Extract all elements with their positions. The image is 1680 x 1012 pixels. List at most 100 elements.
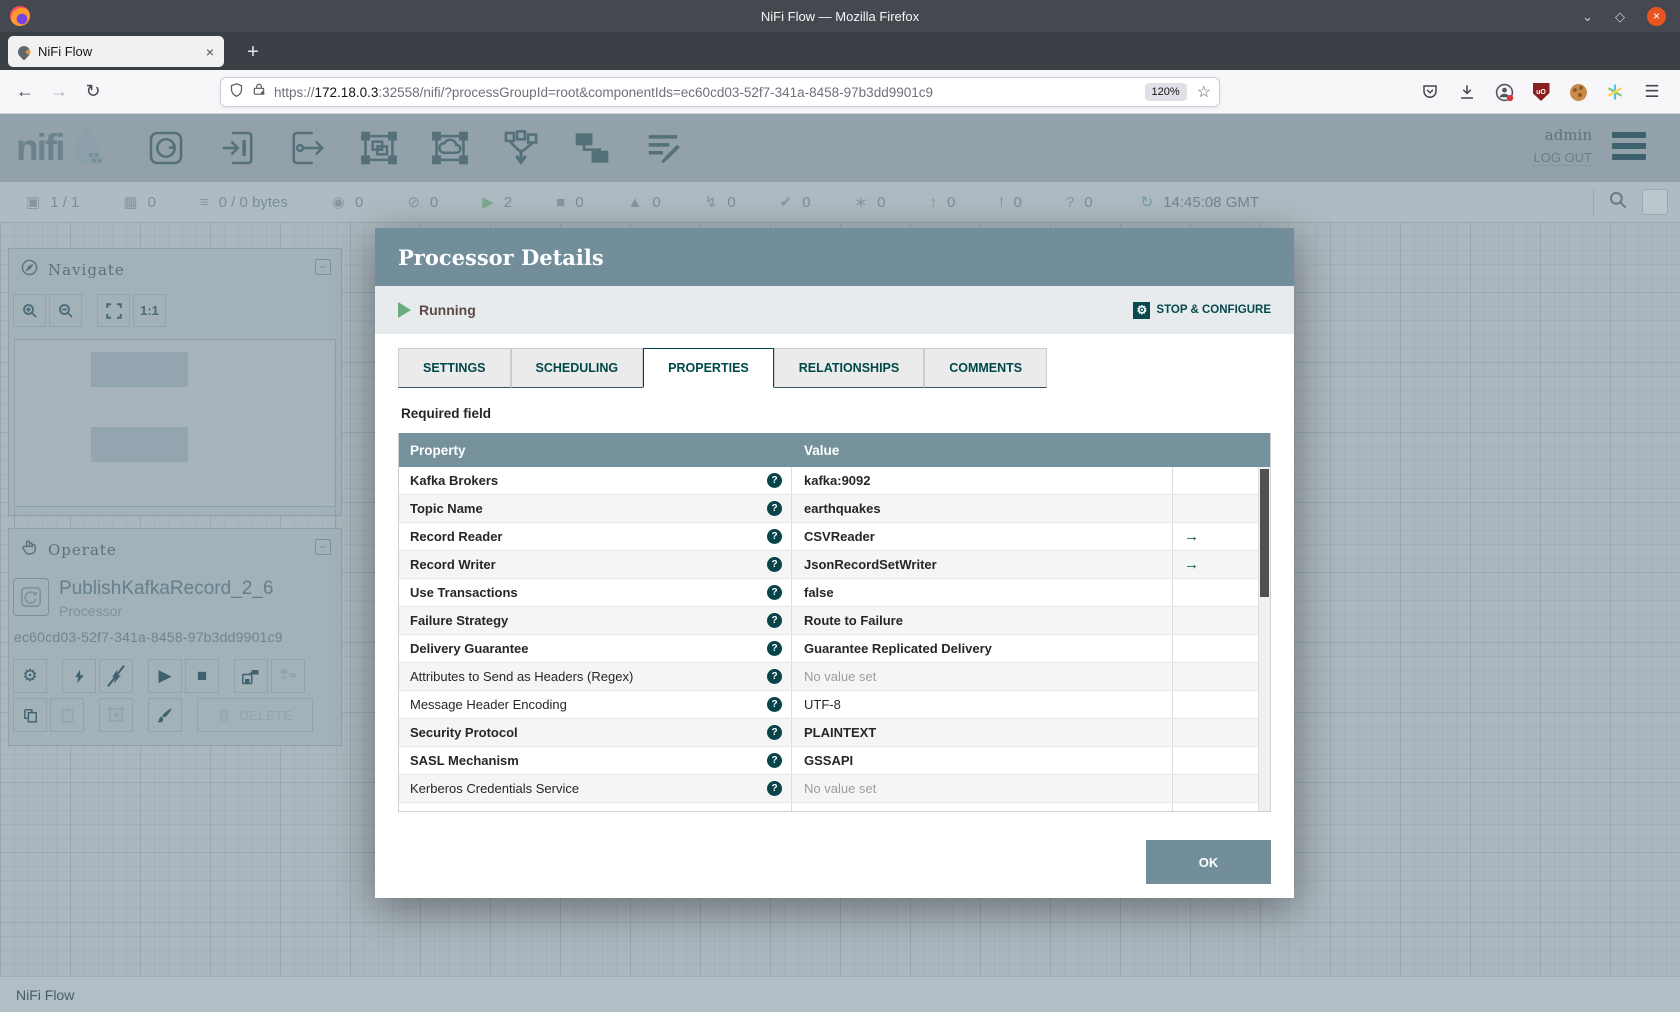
new-tab-button[interactable]: +: [240, 39, 266, 65]
window-maximize-icon[interactable]: ◇: [1615, 10, 1625, 23]
zoom-actual-button[interactable]: 1:1: [133, 294, 166, 327]
search-icon[interactable]: [1608, 190, 1628, 215]
stop-and-configure-button[interactable]: ⚙ STOP & CONFIGURE: [1133, 301, 1271, 319]
property-help-icon[interactable]: ?: [767, 697, 782, 712]
upload-template-button[interactable]: [271, 659, 305, 693]
disable-button[interactable]: [99, 659, 133, 693]
tab-relationships[interactable]: RELATIONSHIPS: [773, 348, 925, 388]
ok-button[interactable]: OK: [1146, 840, 1271, 884]
property-help-icon[interactable]: ?: [767, 753, 782, 768]
operate-collapse-button[interactable]: −: [315, 539, 331, 555]
page-zoom-badge[interactable]: 120%: [1144, 83, 1187, 101]
property-help-icon[interactable]: ?: [767, 613, 782, 628]
zoom-out-button[interactable]: [49, 294, 82, 327]
configure-button[interactable]: ⚙: [13, 659, 47, 693]
goto-service-arrow-icon[interactable]: →: [1184, 556, 1199, 573]
property-value[interactable]: GSSAPI: [792, 747, 1173, 774]
property-row[interactable]: Attributes to Send as Headers (Regex)? No…: [399, 663, 1270, 691]
property-value[interactable]: Route to Failure: [792, 607, 1173, 634]
property-value[interactable]: kafka:9092: [792, 467, 1173, 494]
property-value[interactable]: [792, 803, 1173, 811]
goto-service-arrow-icon[interactable]: →: [1184, 528, 1199, 545]
table-scrollbar-thumb[interactable]: [1260, 469, 1269, 597]
delete-button[interactable]: DELETE: [197, 698, 313, 732]
logout-link[interactable]: LOG OUT: [1533, 150, 1592, 166]
property-row[interactable]: Topic Name? earthquakes: [399, 495, 1270, 523]
table-scrollbar[interactable]: [1258, 467, 1270, 811]
zoom-in-button[interactable]: [13, 294, 46, 327]
property-row[interactable]: Failure Strategy? Route to Failure: [399, 607, 1270, 635]
refresh-status[interactable]: ↻ 14:45:08 GMT: [1141, 193, 1259, 212]
processor-toolbar-icon[interactable]: [147, 129, 185, 167]
property-help-icon[interactable]: ?: [767, 669, 782, 684]
lock-warning-icon[interactable]: [252, 82, 266, 102]
property-row[interactable]: Message Header Encoding? UTF-8: [399, 691, 1270, 719]
pocket-icon[interactable]: [1420, 82, 1440, 102]
download-icon[interactable]: [1457, 82, 1477, 102]
navigate-collapse-button[interactable]: −: [315, 259, 331, 275]
funnel-toolbar-icon[interactable]: [502, 129, 540, 167]
breadcrumb[interactable]: NiFi Flow: [16, 987, 74, 1003]
birdseye-minimap[interactable]: [14, 339, 336, 507]
property-row[interactable]: Record Reader? CSVReader →: [399, 523, 1270, 551]
property-value[interactable]: PLAINTEXT: [792, 719, 1173, 746]
remote-process-group-toolbar-icon[interactable]: [431, 129, 469, 167]
property-help-icon[interactable]: ?: [767, 781, 782, 796]
property-help-icon[interactable]: ?: [767, 501, 782, 516]
property-help-icon[interactable]: ?: [767, 585, 782, 600]
settings-panel-icon[interactable]: [1642, 189, 1668, 215]
forward-button[interactable]: →: [42, 81, 76, 102]
shield-icon[interactable]: [229, 82, 244, 103]
property-value[interactable]: earthquakes: [792, 495, 1173, 522]
tab-comments[interactable]: COMMENTS: [924, 348, 1048, 388]
property-row[interactable]: Kafka Brokers? kafka:9092: [399, 467, 1270, 495]
property-value[interactable]: CSVReader: [792, 523, 1173, 550]
property-row[interactable]: Delivery Guarantee? Guarantee Replicated …: [399, 635, 1270, 663]
group-button[interactable]: [99, 698, 133, 732]
bookmark-star-icon[interactable]: ☆: [1197, 82, 1211, 102]
zoom-fit-button[interactable]: [97, 294, 130, 327]
process-group-toolbar-icon[interactable]: [360, 129, 398, 167]
paste-button[interactable]: [50, 698, 84, 732]
extension-sparkle-icon[interactable]: [1605, 82, 1625, 102]
property-row[interactable]: Security Protocol? PLAINTEXT: [399, 719, 1270, 747]
ublock-icon[interactable]: uO: [1531, 82, 1551, 102]
tab-scheduling[interactable]: SCHEDULING: [510, 348, 644, 388]
menu-icon[interactable]: ☰: [1642, 82, 1662, 102]
global-menu-icon[interactable]: [1612, 132, 1646, 165]
property-value[interactable]: Guarantee Replicated Delivery: [792, 635, 1173, 662]
cookie-icon[interactable]: [1568, 82, 1588, 102]
color-brush-button[interactable]: [148, 698, 182, 732]
property-help-icon[interactable]: ?: [767, 529, 782, 544]
copy-button[interactable]: [13, 698, 47, 732]
tab-properties[interactable]: PROPERTIES: [643, 348, 774, 388]
property-row[interactable]: SASL Mechanism? GSSAPI: [399, 747, 1270, 775]
property-value[interactable]: No value set: [792, 663, 1173, 690]
account-icon[interactable]: [1494, 82, 1514, 102]
label-toolbar-icon[interactable]: [644, 129, 682, 167]
input-port-toolbar-icon[interactable]: [218, 129, 256, 167]
property-row[interactable]: Kerberos Credentials Service? No value se…: [399, 775, 1270, 803]
property-value[interactable]: UTF-8: [792, 691, 1173, 718]
back-button[interactable]: ←: [8, 81, 42, 102]
tab-close-icon[interactable]: ×: [206, 44, 214, 60]
url-bar[interactable]: https://172.18.0.3:32558/nifi/?processGr…: [220, 77, 1220, 107]
refresh-icon[interactable]: ↻: [1141, 193, 1154, 211]
browser-tab[interactable]: NiFi Flow ×: [8, 36, 224, 67]
property-value[interactable]: No value set: [792, 775, 1173, 802]
property-value[interactable]: JsonRecordSetWriter: [792, 551, 1173, 578]
property-row[interactable]: Use Transactions? false: [399, 579, 1270, 607]
template-toolbar-icon[interactable]: [573, 129, 611, 167]
property-row[interactable]: Record Writer? JsonRecordSetWriter →: [399, 551, 1270, 579]
stop-button[interactable]: ■: [185, 659, 219, 693]
property-help-icon[interactable]: ?: [767, 641, 782, 656]
window-minimize-icon[interactable]: ⌄: [1582, 10, 1593, 23]
tab-settings[interactable]: SETTINGS: [398, 348, 511, 388]
enable-button[interactable]: [62, 659, 96, 693]
output-port-toolbar-icon[interactable]: [289, 129, 327, 167]
property-value[interactable]: false: [792, 579, 1173, 606]
save-template-button[interactable]: [234, 659, 268, 693]
property-help-icon[interactable]: ?: [767, 725, 782, 740]
property-help-icon[interactable]: ?: [767, 473, 782, 488]
reload-button[interactable]: ↻: [76, 81, 110, 102]
